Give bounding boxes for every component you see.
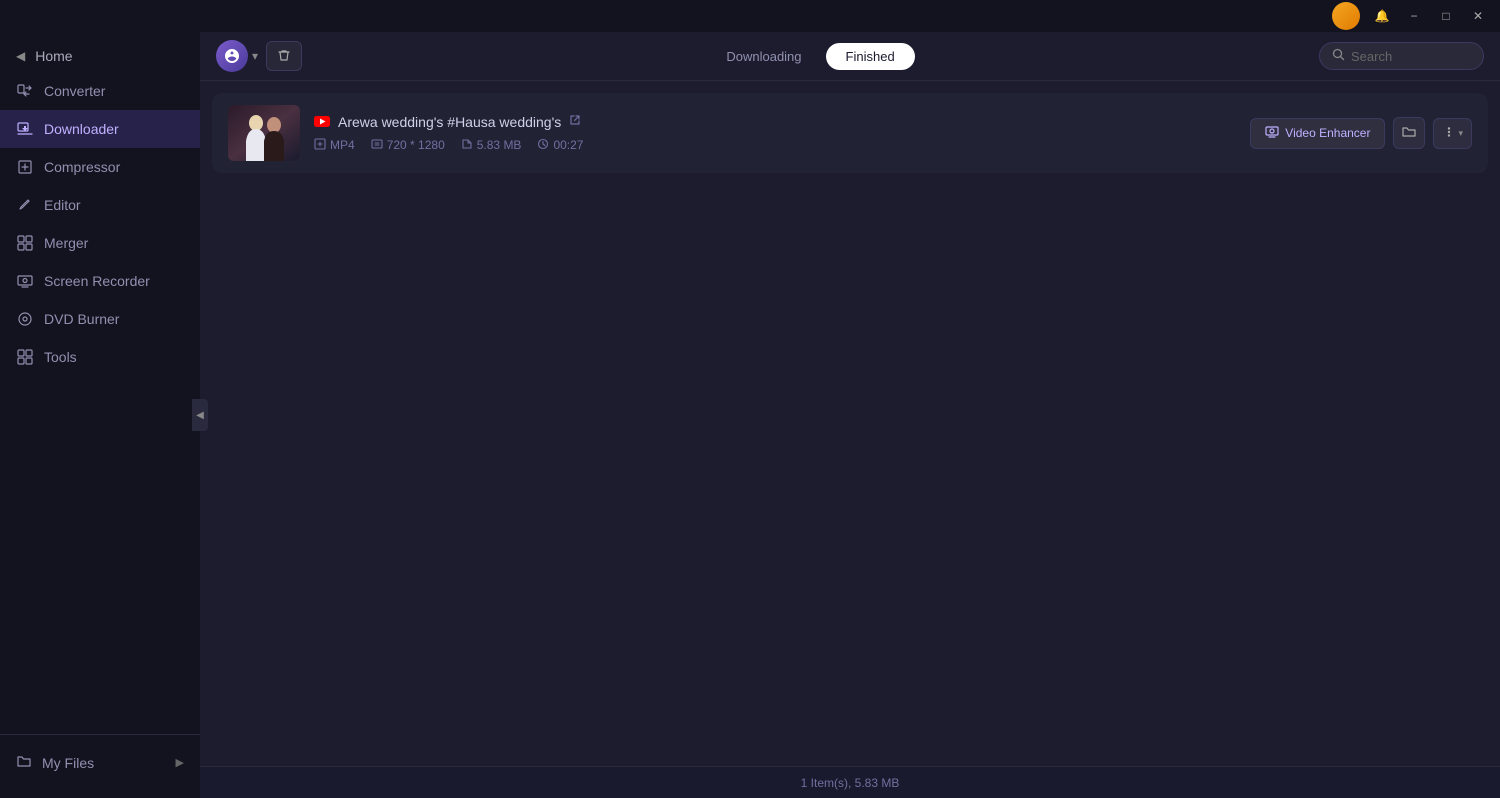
trash-icon [277,48,291,65]
minimize-button[interactable]: − [1400,2,1428,30]
avatar-button[interactable] [1332,2,1360,30]
video-enhancer-icon [1265,125,1279,142]
sidebar: ◀ Home Converter Downloader [0,32,200,798]
meta-resolution: 720 * 1280 [371,138,445,153]
editor-icon [16,196,34,214]
main-content: ▾ Downloading Finished [200,32,1500,798]
open-folder-button[interactable] [1393,117,1425,149]
search-icon [1332,48,1345,64]
meta-size: 5.83 MB [461,138,522,153]
compressor-icon [16,158,34,176]
meta-format: MP4 [314,138,355,153]
meta-duration: 00:27 [537,138,583,153]
search-input[interactable] [1351,49,1471,64]
toolbar: ▾ Downloading Finished [200,32,1500,81]
tab-group: Downloading Finished [706,43,914,70]
sidebar-item-dvd-burner[interactable]: DVD Burner [0,300,200,338]
resolution-value: 720 * 1280 [387,138,445,152]
back-arrow-icon: ◀ [16,49,25,63]
close-button[interactable]: ✕ [1464,2,1492,30]
screen-recorder-label: Screen Recorder [44,273,150,289]
thumbnail-image [228,105,300,161]
app-logo-icon [216,40,248,72]
minimize-icon: − [1410,9,1417,23]
sidebar-item-home[interactable]: ◀ Home [0,40,200,72]
size-icon [461,138,473,153]
home-label: Home [35,48,72,64]
screen-recorder-icon [16,272,34,290]
my-files-label: My Files [42,755,94,771]
downloader-icon [16,120,34,138]
more-options-button[interactable]: ▾ [1433,118,1472,149]
dvd-burner-label: DVD Burner [44,311,119,327]
duration-value: 00:27 [553,138,583,152]
video-enhancer-button[interactable]: Video Enhancer [1250,118,1385,149]
maximize-icon: □ [1442,9,1449,23]
close-icon: ✕ [1473,9,1483,23]
sidebar-item-compressor[interactable]: Compressor [0,148,200,186]
status-bar: 1 Item(s), 5.83 MB [200,766,1500,798]
folder-icon [1402,125,1416,142]
add-download-button[interactable]: ▾ [216,40,258,72]
downloader-label: Downloader [44,121,119,137]
format-icon [314,138,326,153]
sidebar-item-merger[interactable]: Merger [0,224,200,262]
format-value: MP4 [330,138,355,152]
video-enhancer-label: Video Enhancer [1285,126,1370,140]
sidebar-collapse-toggle[interactable]: ◀ [192,399,208,431]
sidebar-item-downloader[interactable]: Downloader [0,110,200,148]
video-thumbnail [228,105,300,161]
notification-button[interactable]: 🔔 [1368,2,1396,30]
dvd-burner-icon [16,310,34,328]
maximize-button[interactable]: □ [1432,2,1460,30]
my-files-item[interactable]: My Files ▶ [0,743,200,782]
compressor-label: Compressor [44,159,120,175]
notification-icon: 🔔 [1375,9,1390,23]
search-box [1319,42,1484,70]
card-meta: MP4 720 * 1280 [314,138,1236,153]
sidebar-item-tools[interactable]: Tools [0,338,200,376]
converter-label: Converter [44,83,105,99]
title-bar: 🔔 − □ ✕ [0,0,1500,32]
dropdown-arrow-icon: ▾ [1458,128,1463,139]
converter-icon [16,82,34,100]
status-text: 1 Item(s), 5.83 MB [801,776,900,790]
youtube-icon [314,114,330,130]
external-link-icon[interactable] [569,114,581,129]
my-files-arrow-icon: ▶ [176,756,184,769]
video-title: Arewa wedding's #Hausa wedding's [338,114,561,130]
tools-icon [16,348,34,366]
logo-dropdown-icon: ▾ [252,49,258,63]
card-info: Arewa wedding's #Hausa wedding's [314,114,1236,153]
duration-icon [537,138,549,153]
card-title-row: Arewa wedding's #Hausa wedding's [314,114,1236,130]
more-icon [1442,125,1456,142]
card-actions: Video Enhancer [1250,117,1472,149]
sidebar-item-screen-recorder[interactable]: Screen Recorder [0,262,200,300]
my-files-left: My Files [16,753,94,772]
size-value: 5.83 MB [477,138,522,152]
tools-label: Tools [44,349,77,365]
delete-button[interactable] [266,41,302,71]
finished-tab[interactable]: Finished [826,43,915,70]
my-files-icon [16,753,32,772]
download-card: Arewa wedding's #Hausa wedding's [212,93,1488,173]
merger-label: Merger [44,235,88,251]
editor-label: Editor [44,197,81,213]
merger-icon [16,234,34,252]
resolution-icon [371,138,383,153]
sidebar-item-converter[interactable]: Converter [0,72,200,110]
app-body: ◀ Home Converter Downloader [0,32,1500,798]
downloading-tab[interactable]: Downloading [706,43,821,70]
sidebar-item-editor[interactable]: Editor [0,186,200,224]
content-list: Arewa wedding's #Hausa wedding's [200,81,1500,766]
sidebar-bottom: My Files ▶ [0,734,200,790]
